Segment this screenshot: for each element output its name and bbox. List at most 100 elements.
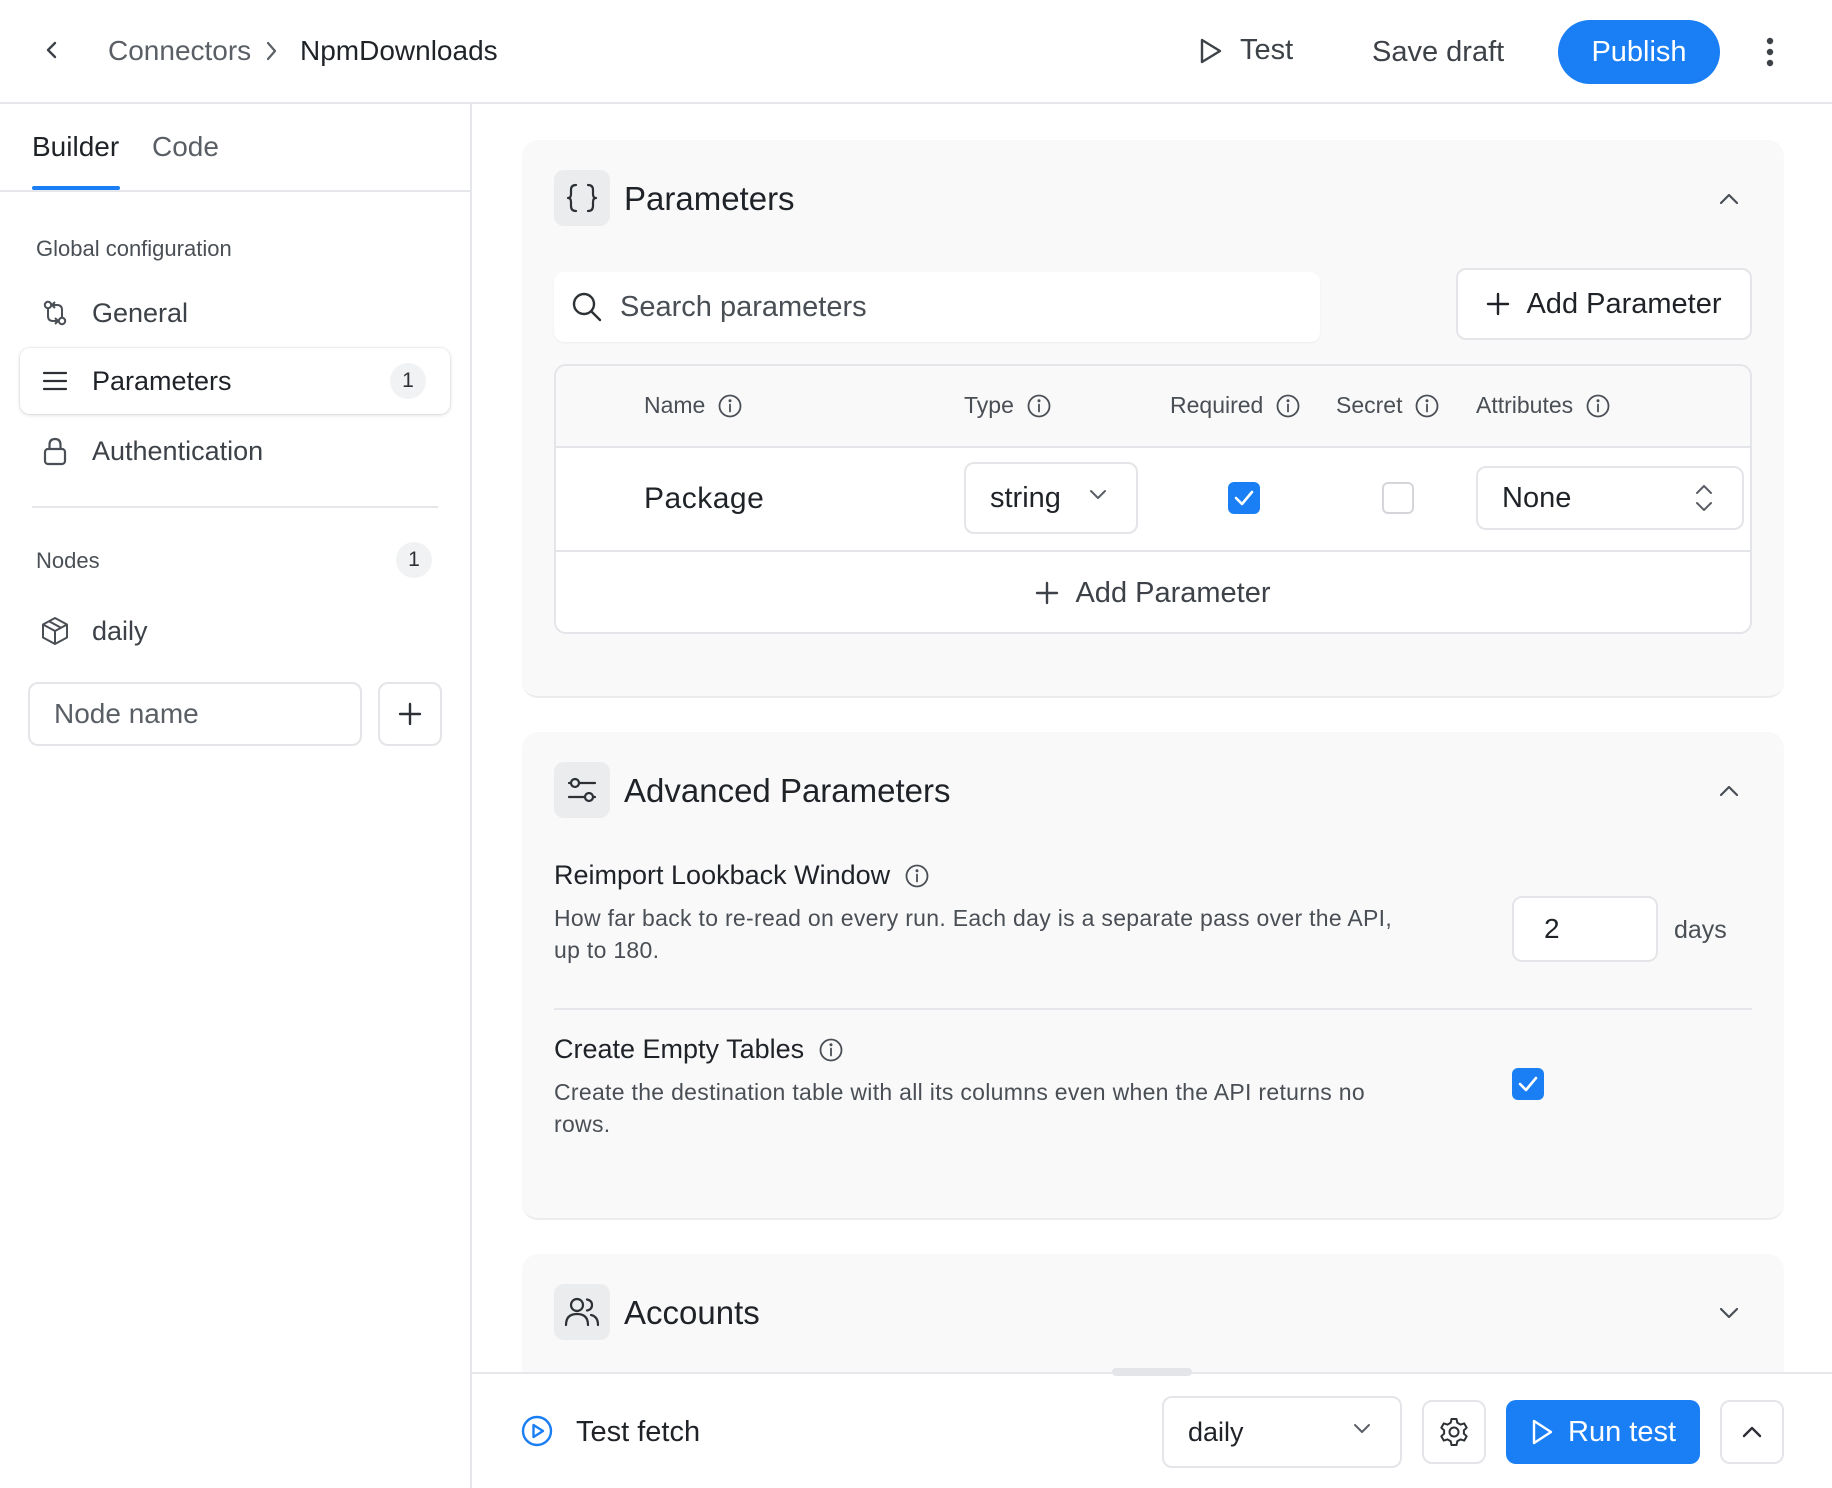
column-attributes: Attributes bbox=[1476, 392, 1611, 419]
info-icon[interactable] bbox=[904, 863, 930, 889]
attributes-value: None bbox=[1502, 481, 1572, 514]
expand-panel-button[interactable] bbox=[1720, 1400, 1784, 1464]
table-add-parameter-button[interactable]: Add Parameter bbox=[556, 552, 1750, 632]
parameters-table: Name Type Required Secret Attributes Pac… bbox=[554, 364, 1752, 634]
tab-builder[interactable]: Builder bbox=[32, 130, 119, 164]
add-parameter-button[interactable]: Add Parameter bbox=[1456, 268, 1752, 340]
sidebar-item-general[interactable]: General bbox=[20, 280, 450, 346]
column-required: Required bbox=[1170, 392, 1301, 419]
gear-icon bbox=[1438, 1416, 1470, 1448]
type-value: string bbox=[990, 481, 1061, 514]
lookback-window-input[interactable] bbox=[1512, 896, 1658, 962]
add-parameter-label: Add Parameter bbox=[1075, 576, 1271, 609]
attributes-select[interactable]: None bbox=[1476, 466, 1744, 530]
sidebar-item-parameters[interactable]: Parameters 1 bbox=[20, 348, 450, 414]
collapse-chevron-up-icon[interactable] bbox=[1714, 776, 1744, 806]
info-icon[interactable] bbox=[1585, 393, 1611, 419]
description-line: Create the destination table with all it… bbox=[554, 1079, 1365, 1105]
empty-tables-title: Create Empty Tables bbox=[554, 1034, 844, 1065]
users-icon bbox=[554, 1284, 610, 1340]
search-parameters-field[interactable] bbox=[554, 272, 1320, 342]
type-select[interactable]: string bbox=[964, 462, 1138, 534]
search-input[interactable] bbox=[620, 290, 1300, 324]
git-compare-icon bbox=[40, 298, 70, 328]
chevron-up-icon bbox=[1741, 1425, 1763, 1439]
description-line: rows. bbox=[554, 1111, 611, 1137]
add-parameter-label: Add Parameter bbox=[1526, 287, 1722, 320]
sidebar-item-label: General bbox=[92, 297, 189, 328]
column-label: Type bbox=[964, 392, 1014, 418]
accounts-card: Accounts bbox=[522, 1254, 1784, 1372]
parameters-title: Parameters bbox=[624, 180, 795, 217]
secret-checkbox[interactable] bbox=[1382, 482, 1414, 514]
test-settings-button[interactable] bbox=[1422, 1400, 1486, 1464]
cube-icon bbox=[40, 616, 70, 646]
resize-handle[interactable] bbox=[1112, 1368, 1192, 1376]
info-icon[interactable] bbox=[1414, 393, 1440, 419]
column-label: Secret bbox=[1336, 392, 1403, 418]
test-fetch-title: Test fetch bbox=[576, 1416, 701, 1448]
sliders-icon bbox=[554, 762, 610, 818]
empty-tables-label: Create Empty Tables bbox=[554, 1034, 805, 1064]
test-fetch-bar: Test fetch daily Run test bbox=[472, 1368, 1832, 1488]
tab-code[interactable]: Code bbox=[152, 130, 219, 164]
column-name: Name bbox=[644, 392, 743, 419]
sidebar: Builder Code Global configuration Genera… bbox=[0, 104, 472, 1488]
description-line: How far back to re-read on every run. Ea… bbox=[554, 905, 1393, 931]
info-icon[interactable] bbox=[818, 1037, 844, 1063]
checkmark-icon bbox=[1518, 1076, 1538, 1092]
column-label: Attributes bbox=[1476, 392, 1574, 418]
save-draft-button[interactable]: Save draft bbox=[1372, 34, 1504, 70]
description-line: up to 180. bbox=[554, 937, 660, 963]
back-icon[interactable] bbox=[34, 32, 70, 68]
top-bar: Connectors NpmDownloads Test Save draft … bbox=[0, 0, 1832, 104]
play-circle-icon bbox=[520, 1414, 554, 1448]
info-icon[interactable] bbox=[1026, 393, 1052, 419]
sidebar-item-label: Parameters bbox=[92, 365, 232, 396]
chevron-up-down-icon bbox=[1694, 482, 1714, 514]
sidebar-item-authentication[interactable]: Authentication bbox=[20, 418, 450, 484]
publish-button[interactable]: Publish bbox=[1558, 20, 1720, 84]
parameters-card: Parameters Add Parameter Name T bbox=[522, 140, 1784, 698]
active-tab-indicator bbox=[32, 186, 120, 190]
column-secret: Secret bbox=[1336, 392, 1440, 419]
info-icon[interactable] bbox=[717, 393, 743, 419]
parameter-name[interactable]: Package bbox=[644, 482, 764, 516]
breadcrumb-separator-icon bbox=[262, 40, 282, 62]
test-button[interactable]: Test bbox=[1198, 34, 1293, 67]
node-select[interactable]: daily bbox=[1162, 1396, 1402, 1468]
nodes-label: Nodes bbox=[36, 548, 100, 573]
empty-tables-description: Create the destination table with all it… bbox=[554, 1076, 1434, 1140]
lock-icon bbox=[40, 436, 70, 466]
sidebar-item-label: daily bbox=[92, 615, 148, 646]
lookback-label: Reimport Lookback Window bbox=[554, 860, 891, 890]
collapse-chevron-up-icon[interactable] bbox=[1714, 184, 1744, 214]
info-icon[interactable] bbox=[1275, 393, 1301, 419]
play-icon bbox=[1198, 37, 1224, 65]
row-divider bbox=[554, 1008, 1752, 1010]
accounts-title: Accounts bbox=[624, 1294, 760, 1331]
table-header: Name Type Required Secret Attributes bbox=[556, 366, 1750, 448]
required-checkbox[interactable] bbox=[1228, 482, 1260, 514]
test-label: Test bbox=[1240, 34, 1294, 66]
run-test-button[interactable]: Run test bbox=[1506, 1400, 1700, 1464]
sidebar-node-daily[interactable]: daily bbox=[20, 598, 450, 664]
breadcrumb-current: NpmDownloads bbox=[300, 35, 498, 66]
chevron-down-icon bbox=[1352, 1422, 1372, 1436]
run-test-label: Run test bbox=[1568, 1415, 1676, 1448]
sidebar-divider bbox=[32, 506, 438, 508]
global-config-label: Global configuration bbox=[36, 236, 232, 261]
create-empty-tables-checkbox[interactable] bbox=[1512, 1068, 1544, 1100]
lookback-title: Reimport Lookback Window bbox=[554, 860, 930, 891]
node-name-input[interactable] bbox=[28, 682, 362, 746]
breadcrumb-connectors[interactable]: Connectors bbox=[108, 34, 251, 68]
more-options-icon[interactable] bbox=[1754, 34, 1786, 70]
add-node-button[interactable] bbox=[378, 682, 442, 746]
plus-icon bbox=[398, 702, 422, 726]
chevron-down-icon bbox=[1088, 488, 1108, 502]
nodes-count-badge: 1 bbox=[396, 542, 432, 578]
expand-chevron-down-icon[interactable] bbox=[1714, 1298, 1744, 1328]
braces-icon bbox=[554, 170, 610, 226]
list-icon bbox=[40, 366, 70, 396]
column-type: Type bbox=[964, 392, 1052, 419]
